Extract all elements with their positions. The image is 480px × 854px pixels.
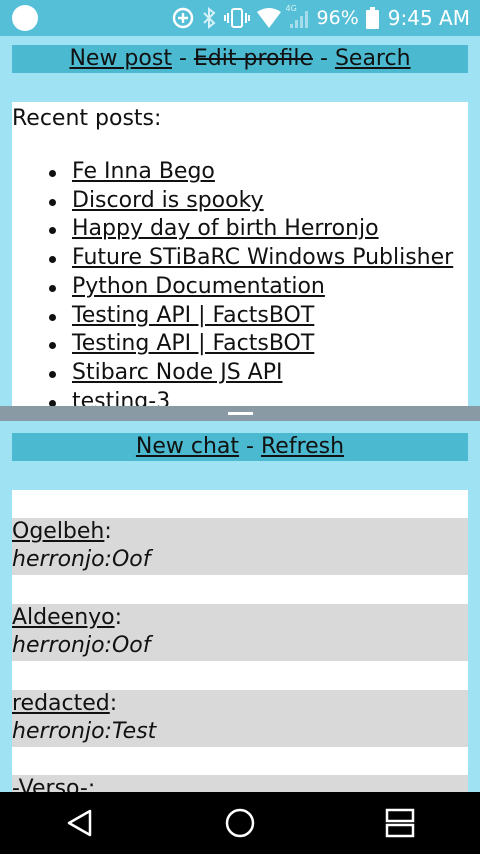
chat-list: Ogelbeh: herronjo:Oof Aldeenyo: herronjo… [12, 490, 468, 792]
battery-percent: 96% [316, 7, 359, 29]
chat-user: redacted: [12, 691, 118, 716]
list-item[interactable]: Python Documentation [49, 273, 468, 302]
chat-item[interactable]: Aldeenyo: herronjo:Oof [12, 604, 468, 661]
list-item[interactable]: Stibarc Node JS API [49, 359, 468, 388]
network-type-label: 4G [285, 4, 297, 13]
chat-item[interactable]: redacted: herronjo:Test [12, 690, 468, 747]
separator: - [246, 434, 254, 459]
chat-message: herronjo:Test [12, 719, 157, 744]
status-bar: 4G 96% 9:45 AM [0, 0, 480, 36]
recent-posts-title: Recent posts: [12, 106, 162, 131]
clock: 9:45 AM [387, 6, 470, 30]
list-item[interactable]: Testing API | FactsBOT [49, 330, 468, 359]
status-icons: 4G 96% 9:45 AM [172, 4, 470, 30]
chat-item[interactable]: Ogelbeh: herronjo:Oof [12, 518, 468, 575]
list-item[interactable]: Testing API | FactsBOT [49, 302, 468, 331]
chat-navbar: New chat - Refresh [12, 433, 468, 461]
post-link[interactable]: Discord is spooky [72, 188, 264, 213]
back-icon [67, 809, 92, 837]
home-icon [225, 808, 255, 838]
posts-pane[interactable]: New post - Edit profile - Search Recent … [0, 36, 480, 406]
recents-icon [385, 808, 415, 838]
battery-icon [365, 7, 379, 29]
chat-user: -Verso-: [12, 775, 468, 792]
chat-username-link[interactable]: Aldeenyo [12, 605, 115, 630]
chat-message: herronjo:Oof [12, 633, 151, 658]
vibrate-icon [223, 7, 250, 29]
wifi-icon [256, 8, 281, 28]
post-link[interactable]: Stibarc Node JS API [72, 360, 282, 385]
chats-pane[interactable]: New chat - Refresh Ogelbeh: herronjo:Oof… [0, 421, 480, 792]
post-link[interactable]: Future STiBaRC Windows Publisher [72, 245, 453, 270]
new-post-link[interactable]: New post [69, 46, 172, 71]
post-link[interactable]: Fe Inna Bego [72, 159, 215, 184]
recents-button[interactable] [360, 792, 440, 854]
edit-profile-link[interactable]: Edit profile [194, 46, 313, 71]
post-link[interactable]: Testing API | FactsBOT [72, 303, 314, 328]
search-link[interactable]: Search [335, 46, 411, 71]
chat-item[interactable]: -Verso-: [12, 775, 468, 792]
back-button[interactable] [40, 792, 120, 854]
data-saver-icon [172, 7, 194, 29]
list-item[interactable]: testing-3 [49, 388, 468, 406]
separator: - [320, 46, 328, 71]
list-item[interactable]: Fe Inna Bego [49, 158, 468, 187]
new-chat-link[interactable]: New chat [136, 434, 239, 459]
system-nav-bar [0, 792, 480, 854]
chat-username-link[interactable]: Ogelbeh [12, 519, 104, 544]
bluetooth-icon [201, 7, 217, 29]
post-link[interactable]: Testing API | FactsBOT [72, 331, 314, 356]
home-button[interactable] [200, 792, 280, 854]
split-divider[interactable] [0, 406, 480, 421]
chat-message: herronjo:Oof [12, 547, 151, 572]
recent-posts-list: Fe Inna Bego Discord is spooky Happy day… [12, 158, 468, 406]
chat-username-link[interactable]: redacted [12, 691, 110, 716]
chat-user: Ogelbeh: [12, 519, 112, 544]
post-link[interactable]: testing-3 [72, 389, 170, 406]
post-link[interactable]: Happy day of birth Herronjo [72, 216, 379, 241]
recent-posts-panel: Recent posts: Fe Inna Bego Discord is sp… [12, 102, 468, 406]
signal-icon: 4G [286, 4, 310, 28]
top-navbar: New post - Edit profile - Search [12, 45, 468, 73]
list-item[interactable]: Happy day of birth Herronjo [49, 215, 468, 244]
separator: - [178, 46, 187, 71]
chat-username-link[interactable]: -Verso- [12, 776, 88, 792]
post-link[interactable]: Python Documentation [72, 274, 325, 299]
list-item[interactable]: Future STiBaRC Windows Publisher [49, 244, 468, 273]
refresh-link[interactable]: Refresh [261, 434, 344, 459]
list-item[interactable]: Discord is spooky [49, 187, 468, 216]
chat-user: Aldeenyo: [12, 605, 123, 630]
notification-dot-icon [12, 5, 38, 31]
drag-handle-icon[interactable] [228, 412, 253, 415]
